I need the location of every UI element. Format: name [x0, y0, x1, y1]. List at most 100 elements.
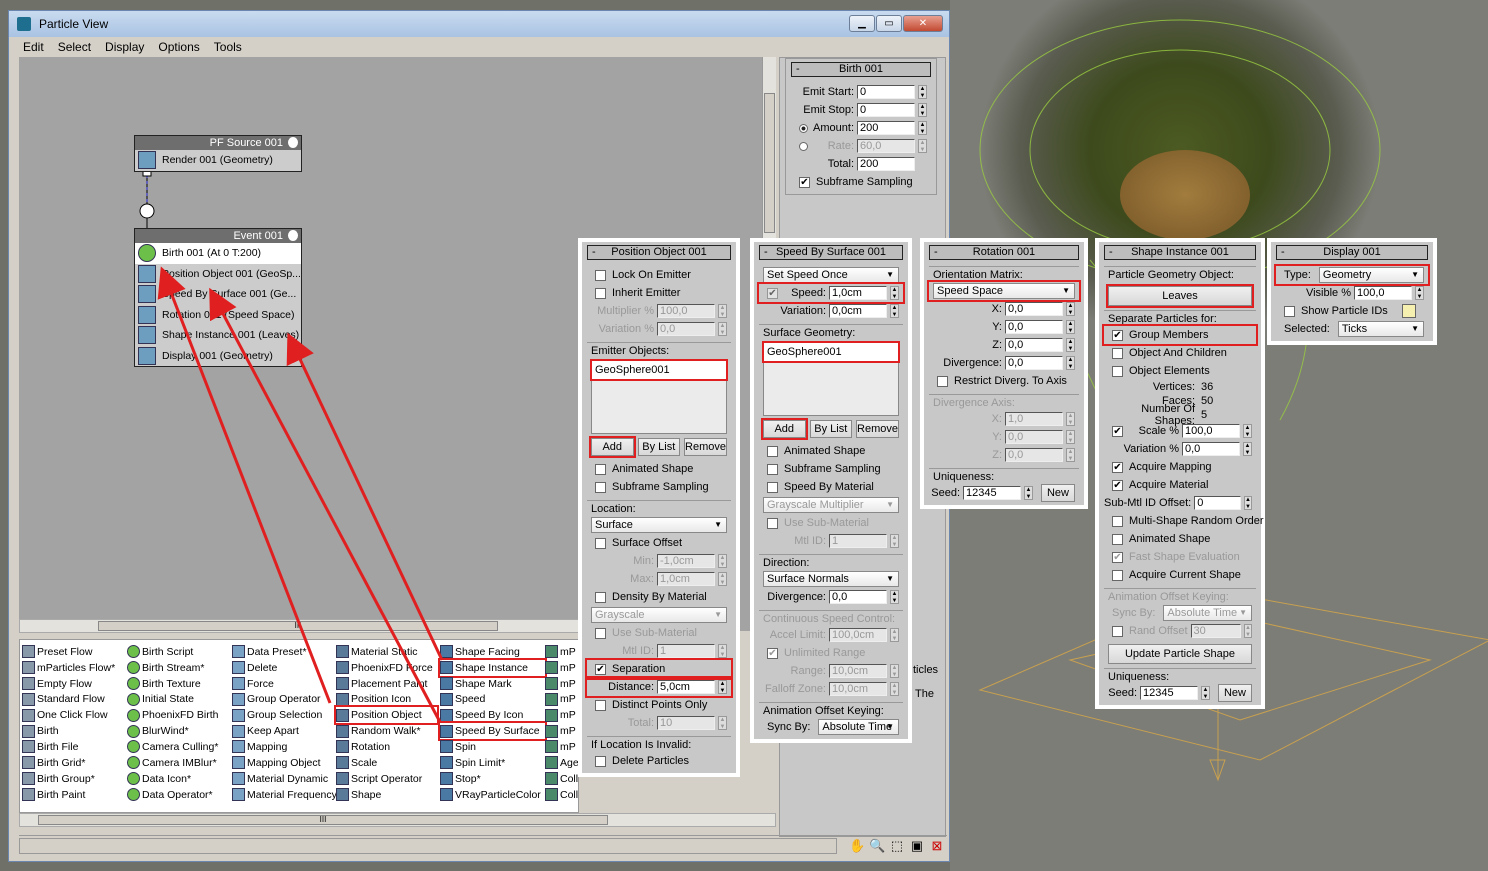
depot-item[interactable]: Position Object — [334, 705, 439, 726]
checkbox[interactable]: ✔ — [799, 176, 810, 188]
value-input[interactable]: 10,0cm — [829, 664, 887, 678]
depot-item[interactable]: Mapping — [232, 739, 341, 755]
collapse-icon[interactable]: - — [796, 63, 800, 76]
depot-item[interactable]: Empty Flow — [22, 676, 119, 692]
dropdown[interactable]: Absolute Time ▼ — [1163, 605, 1252, 621]
dropdown[interactable]: Geometry ▼ — [1318, 267, 1424, 283]
checkbox-row[interactable]: Lock On Emitter — [587, 266, 731, 284]
pf-source-node[interactable]: PF Source 001 Render 001 (Geometry) — [134, 135, 302, 172]
spinner-arrows[interactable]: ▲ ▼ — [1066, 320, 1075, 334]
checkbox[interactable] — [1112, 365, 1123, 377]
value-input[interactable]: 12345 — [963, 486, 1021, 500]
depot-item[interactable]: Birth File — [22, 739, 119, 755]
depot-item[interactable]: PhoenixFD Birth — [127, 707, 222, 723]
zoom-region-icon[interactable]: ⬚ — [889, 838, 905, 854]
depot-item[interactable]: Keep Apart — [232, 723, 341, 739]
value-input[interactable]: 10,0cm — [829, 682, 887, 696]
depot-item[interactable]: mParticles Flow* — [22, 660, 119, 676]
spinner-arrows[interactable]: ▲ ▼ — [1243, 424, 1252, 438]
spinner-arrows[interactable]: ▲ ▼ — [718, 304, 727, 318]
checkbox[interactable] — [767, 463, 778, 475]
collapse-icon[interactable]: - — [1281, 246, 1285, 259]
depot-item[interactable]: PhoenixFD Force — [336, 660, 437, 676]
dropdown[interactable]: Ticks ▼ — [1337, 321, 1424, 337]
value-input[interactable]: 0 — [1194, 496, 1242, 510]
node-operator-row[interactable]: Shape Instance 001 (Leaves) — [135, 325, 301, 346]
dropdown[interactable]: Set Speed Once ▼ — [763, 267, 899, 283]
depot-item[interactable]: Data Preset* — [232, 644, 341, 660]
depot-item[interactable]: Material Frequency — [232, 787, 341, 803]
scroll-thumb[interactable]: III — [98, 621, 498, 631]
depot-item[interactable]: Rotation — [336, 739, 437, 755]
pan-hand-icon[interactable]: ✋ — [849, 838, 865, 854]
depot-item[interactable]: Force — [232, 676, 341, 692]
color-swatch[interactable] — [1402, 304, 1416, 318]
value-input[interactable]: 1 — [829, 534, 887, 548]
depot-item[interactable]: Data Operator* — [127, 787, 222, 803]
depot-item[interactable]: VRayParticleColor — [440, 787, 545, 803]
checkbox[interactable] — [595, 537, 606, 549]
checkbox[interactable] — [1112, 533, 1123, 545]
zoom-extents-icon[interactable]: ▣ — [909, 838, 925, 854]
checkbox[interactable] — [595, 269, 606, 281]
spinner-arrows[interactable]: ▲ ▼ — [718, 680, 727, 694]
menu-display[interactable]: Display — [105, 40, 144, 54]
depot-item[interactable]: Spin Limit* — [440, 755, 545, 771]
checkbox[interactable] — [1112, 347, 1123, 359]
checkbox-row[interactable]: Animated Shape — [1104, 530, 1256, 548]
action-button[interactable]: Update Particle Shape — [1108, 644, 1252, 664]
depot-item[interactable]: Shape Facing — [440, 644, 545, 660]
depot-item[interactable]: Camera IMBlur* — [127, 755, 222, 771]
spinner-arrows[interactable]: ▲ ▼ — [1201, 686, 1210, 700]
value-input[interactable]: 1,0cm — [829, 286, 887, 300]
checkbox[interactable] — [1284, 305, 1295, 317]
spinner-arrows[interactable]: ▲ ▼ — [1066, 302, 1075, 316]
checkbox-row[interactable]: Animated Shape — [759, 442, 903, 460]
value-input[interactable]: 1,0 — [1005, 412, 1063, 426]
add-button[interactable]: Add — [589, 436, 636, 458]
node-operator-row[interactable]: Speed By Surface 001 (Ge... — [135, 284, 301, 305]
light-bulb-icon[interactable] — [288, 230, 298, 241]
spinner-arrows[interactable]: ▲ ▼ — [1066, 412, 1075, 426]
rollout-header[interactable]: - Rotation 001 — [929, 245, 1079, 260]
value-input[interactable]: 0,0 — [1005, 356, 1063, 370]
depot-item[interactable]: Birth Paint — [22, 787, 119, 803]
checkbox[interactable] — [1112, 569, 1123, 581]
checkbox-row[interactable]: Distinct Points Only — [587, 696, 731, 714]
checkbox[interactable]: ✔ — [1112, 461, 1123, 473]
dropdown[interactable]: Speed Space ▼ — [933, 283, 1075, 299]
spinner-arrows[interactable]: ▲ ▼ — [1066, 338, 1075, 352]
depot-item[interactable]: Scale — [336, 755, 437, 771]
rollout-header[interactable]: - Speed By Surface 001 — [759, 245, 903, 260]
checkbox-row[interactable]: Speed By Material — [759, 478, 903, 496]
spinner-arrows[interactable]: ▲ ▼ — [1066, 430, 1075, 444]
spinner-arrows[interactable]: ▲ ▼ — [890, 304, 899, 318]
depot-item[interactable]: Mapping Object — [232, 755, 341, 771]
checkbox[interactable] — [767, 445, 778, 457]
node-operator-row[interactable]: Position Object 001 (GeoSp... — [135, 264, 301, 285]
depot-item[interactable]: Standard Flow — [22, 692, 119, 708]
value-input[interactable]: 100,0cm — [829, 628, 887, 642]
rollout-header[interactable]: - Shape Instance 001 — [1104, 245, 1256, 260]
checkbox-row[interactable]: Subframe Sampling — [759, 460, 903, 478]
checkbox-row[interactable]: Use Sub-Material — [587, 624, 731, 642]
object-list[interactable]: GeoSphere001 — [590, 359, 728, 434]
new-seed-button[interactable]: New — [1218, 684, 1252, 702]
depot-item[interactable]: Group Selection — [232, 707, 341, 723]
depot-item[interactable]: Spin — [440, 739, 545, 755]
checkbox[interactable]: ✔ — [1112, 551, 1123, 563]
checkbox-row[interactable]: Inherit Emitter — [587, 284, 731, 302]
depot-item[interactable]: Placement Paint — [336, 676, 437, 692]
node-operator-row[interactable]: Render 001 (Geometry) — [135, 150, 301, 171]
spinner-arrows[interactable]: ▲ ▼ — [718, 716, 727, 730]
scroll-thumb[interactable] — [764, 93, 775, 233]
value-input[interactable]: 0,0cm — [829, 304, 887, 318]
checkbox[interactable] — [595, 699, 606, 711]
checkbox-row[interactable]: Show Particle IDs — [1276, 302, 1428, 320]
depot-item[interactable]: BlurWind* — [127, 723, 222, 739]
dropdown[interactable]: Surface Normals ▼ — [763, 571, 899, 587]
dropdown[interactable]: Surface ▼ — [591, 517, 727, 533]
spinner-arrows[interactable]: ▲ ▼ — [1066, 448, 1075, 462]
value-input[interactable]: 60,0 — [857, 139, 915, 153]
depot-item[interactable]: Camera Culling* — [127, 739, 222, 755]
